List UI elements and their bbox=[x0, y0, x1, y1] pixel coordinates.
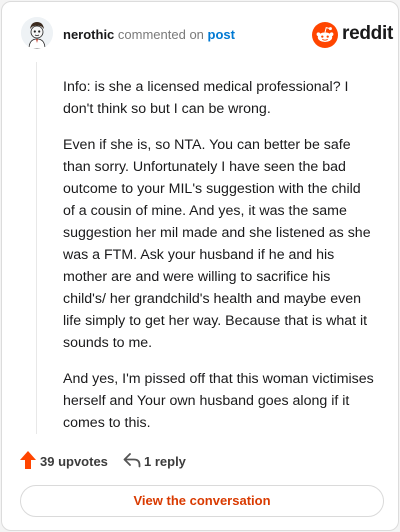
reddit-wordmark: reddit bbox=[342, 23, 393, 44]
commented-on-text: commented on bbox=[114, 27, 208, 42]
comment-header: nerothic commented on post reddit bbox=[2, 2, 398, 62]
upvote-arrow-icon bbox=[20, 451, 36, 469]
comment-actions: 39 upvotes 1 reply bbox=[20, 450, 380, 472]
comment-paragraph: And yes, I'm pissed off that this woman … bbox=[63, 371, 374, 431]
reply-count: 1 reply bbox=[144, 454, 186, 469]
username-link[interactable]: nerothic bbox=[63, 27, 114, 42]
view-conversation-button[interactable]: View the conversation bbox=[20, 485, 384, 517]
thread-line[interactable] bbox=[36, 62, 37, 434]
reddit-snoo-icon bbox=[312, 22, 338, 48]
comment-paragraph: Even if she is, so NTA. You can better b… bbox=[63, 137, 371, 351]
reply-arrow-icon bbox=[123, 453, 141, 468]
upvote-count: 39 upvotes bbox=[40, 454, 108, 469]
post-link[interactable]: post bbox=[208, 27, 235, 42]
user-avatar[interactable] bbox=[21, 17, 53, 49]
comment-card: nerothic commented on post reddit Info: … bbox=[1, 1, 399, 531]
comment-paragraph: Info: is she a licensed medical professi… bbox=[63, 79, 349, 117]
comment-body: Info: is she a licensed medical professi… bbox=[63, 76, 375, 448]
comment-meta: nerothic commented on post bbox=[63, 27, 235, 42]
avatar-icon bbox=[21, 17, 53, 49]
